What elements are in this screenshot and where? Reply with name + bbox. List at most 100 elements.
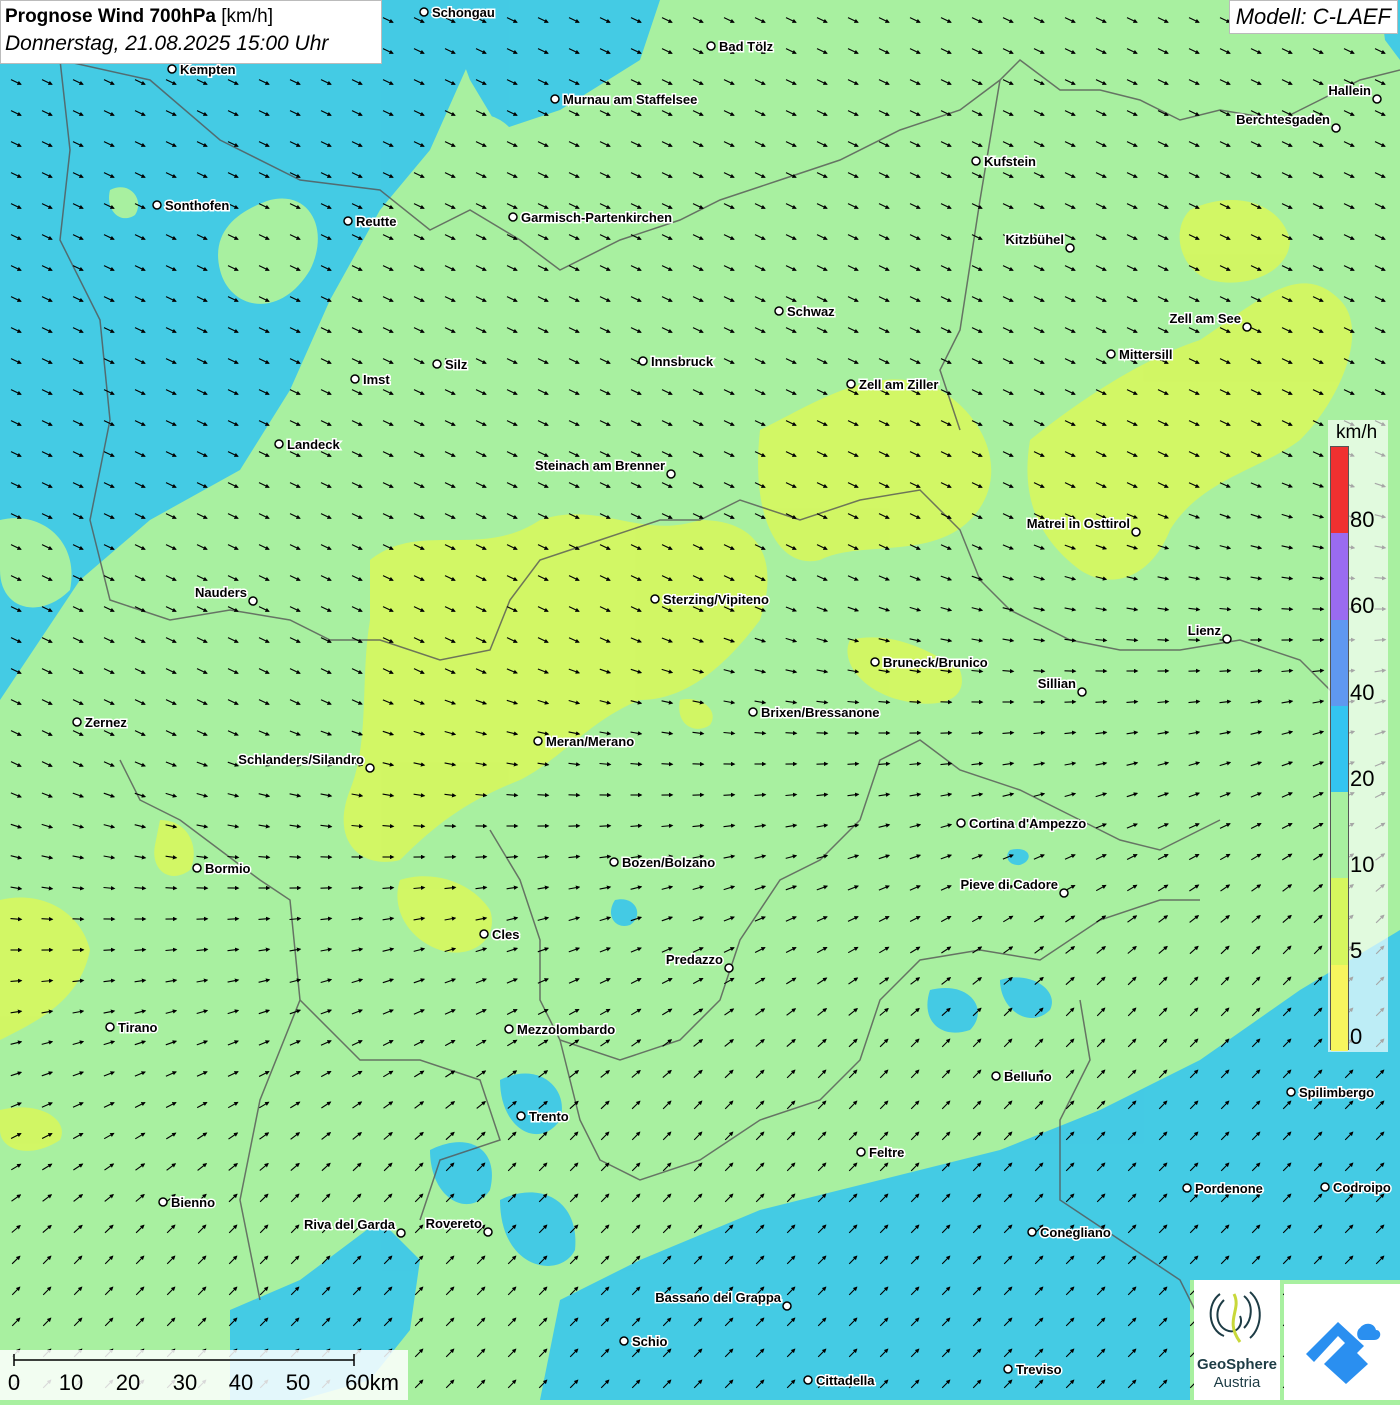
city-label: Bruneck/Brunico: [883, 655, 988, 670]
legend-tick-label: 40: [1350, 680, 1374, 706]
city-dot: [1060, 889, 1068, 897]
city-label: Bad Tölz: [719, 39, 774, 54]
city-dot: [957, 819, 965, 827]
city-label: Silz: [445, 357, 468, 372]
map-title: Prognose Wind 700hPa: [5, 6, 216, 27]
city-label: Meran/Merano: [546, 734, 634, 749]
city-label: Codroipo: [1333, 1180, 1391, 1195]
city-label: Berchtesgaden: [1236, 112, 1330, 127]
city-dot: [397, 1229, 405, 1237]
city-dot: [1321, 1183, 1329, 1191]
city-marker: Bruneck/Brunico: [871, 655, 988, 670]
city-dot: [1028, 1228, 1036, 1236]
city-dot: [871, 658, 879, 666]
city-dot: [1132, 528, 1140, 536]
city-marker: Meran/Merano: [534, 734, 634, 749]
city-marker: Schongau: [420, 5, 495, 20]
city-dot: [1373, 95, 1381, 103]
city-dot: [620, 1337, 628, 1345]
city-label: Steinach am Brenner: [535, 458, 665, 473]
city-marker: Sterzing/Vipiteno: [651, 592, 769, 607]
scale-label: 0: [8, 1370, 20, 1396]
city-label: Cittadella: [816, 1373, 875, 1388]
city-label: Bozen/Bolzano: [622, 855, 715, 870]
city-label: Schwaz: [787, 304, 835, 319]
legend-segment: [1331, 965, 1348, 1051]
city-label: Kempten: [180, 62, 236, 77]
city-dot: [847, 380, 855, 388]
city-dot: [534, 737, 542, 745]
city-dot: [168, 65, 176, 73]
city-dot: [366, 764, 374, 772]
city-dot: [857, 1148, 865, 1156]
geosphere-logo-text: GeoSphere: [1194, 1356, 1280, 1373]
city-dot: [153, 201, 161, 209]
city-label: Conegliano: [1040, 1225, 1111, 1240]
city-label: Schongau: [432, 5, 495, 20]
city-dot: [509, 213, 517, 221]
city-dot: [275, 440, 283, 448]
city-dot: [749, 708, 757, 716]
city-label: Imst: [363, 372, 390, 387]
legend-segment: [1331, 620, 1348, 706]
city-dot: [783, 1302, 791, 1310]
model-label: Modell: C-LAEF: [1229, 0, 1398, 34]
legend-tick-label: 80: [1350, 507, 1374, 533]
city-dot: [639, 357, 647, 365]
forecast-datetime: Donnerstag, 21.08.2025 15:00 Uhr: [5, 30, 377, 58]
legend-segment: [1331, 792, 1348, 878]
city-dot: [551, 95, 559, 103]
city-label: Nauders: [195, 585, 247, 600]
city-dot: [1332, 124, 1340, 132]
scale-label: 40: [229, 1370, 253, 1396]
title-box: Prognose Wind 700hPa [km/h] Donnerstag, …: [0, 0, 382, 64]
city-marker: Garmisch-Partenkirchen: [509, 210, 672, 225]
city-label: Kitzbühel: [1006, 232, 1065, 247]
legend-segment: [1331, 447, 1348, 533]
city-marker: Brixen/Bressanone: [749, 705, 880, 720]
scale-label: 60km: [345, 1370, 399, 1396]
legend-tick-label: 60: [1350, 593, 1374, 619]
city-dot: [484, 1228, 492, 1236]
city-label: Treviso: [1016, 1362, 1062, 1377]
wind-map: Schongau Bad Tölz Kempten Murnau am Staffel…: [0, 0, 1400, 1400]
city-marker: Murnau am Staffelsee: [551, 92, 697, 107]
legend-color-bar: [1330, 446, 1349, 1050]
city-dot: [249, 597, 257, 605]
city-label: Trento: [529, 1109, 569, 1124]
legend-tick-label: 20: [1350, 766, 1374, 792]
city-label: Matrei in Osttirol: [1027, 516, 1130, 531]
city-marker: Conegliano: [1028, 1225, 1111, 1240]
legend-segment: [1331, 533, 1348, 619]
city-dot: [480, 930, 488, 938]
city-dot: [804, 1376, 812, 1384]
city-label: Belluno: [1004, 1069, 1052, 1084]
city-label: Cortina d'Ampezzo: [969, 816, 1086, 831]
city-dot: [517, 1112, 525, 1120]
city-dot: [73, 718, 81, 726]
legend-tick-label: 0: [1350, 1024, 1362, 1050]
city-dot: [106, 1023, 114, 1031]
city-label: Cles: [492, 927, 519, 942]
city-dot: [1223, 635, 1231, 643]
scale-bar: 0102030405060km: [0, 1350, 408, 1400]
city-dot: [667, 470, 675, 478]
city-label: Tirano: [118, 1020, 158, 1035]
city-marker: Cortina d'Ampezzo: [957, 816, 1086, 831]
city-dot: [1066, 244, 1074, 252]
city-dot: [1243, 323, 1251, 331]
city-label: Feltre: [869, 1145, 904, 1160]
geosphere-swirl-icon: [1194, 1280, 1280, 1356]
city-label: Reutte: [356, 214, 396, 229]
city-label: Spilimbergo: [1299, 1085, 1374, 1100]
city-label: Sillian: [1038, 676, 1076, 691]
city-marker: Mezzolombardo: [505, 1022, 615, 1037]
city-dot: [651, 595, 659, 603]
city-label: Predazzo: [666, 952, 723, 967]
city-dot: [707, 42, 715, 50]
city-dot: [351, 375, 359, 383]
city-label: Hallein: [1328, 83, 1371, 98]
city-dot: [972, 157, 980, 165]
city-label: Zernez: [85, 715, 127, 730]
scale-label: 10: [59, 1370, 83, 1396]
